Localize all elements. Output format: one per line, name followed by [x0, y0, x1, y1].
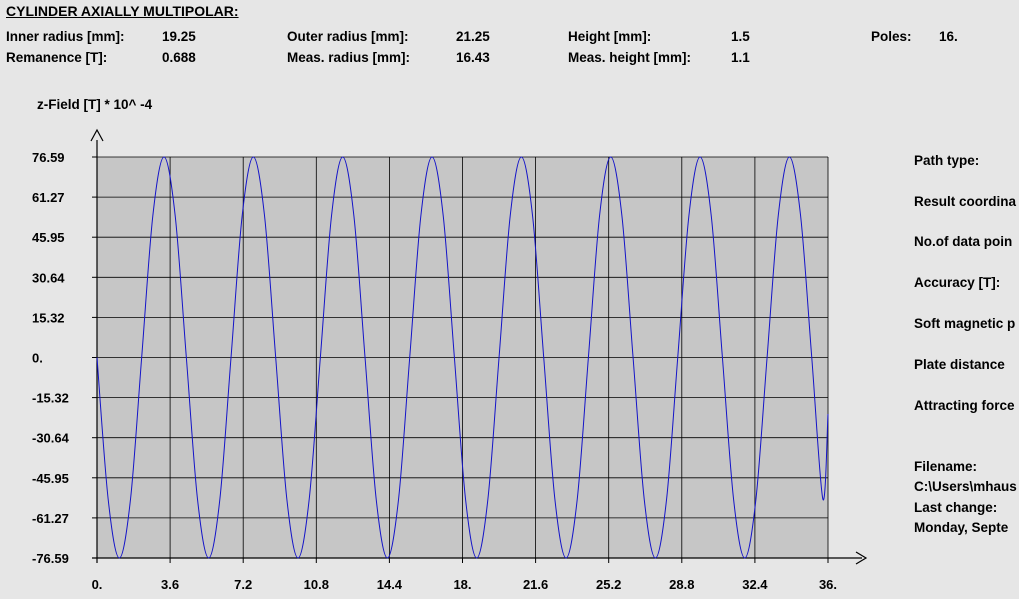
x-tick-label: 32.4: [742, 577, 768, 592]
x-tick-label: 25.2: [596, 577, 621, 592]
y-tick-label: 0.: [32, 351, 43, 366]
y-axis-arrow: [90, 128, 104, 142]
y-tick-label: -45.95: [32, 471, 69, 486]
y-tick-label: -15.32: [32, 391, 69, 406]
x-tick-label: 28.8: [669, 577, 694, 592]
x-tick-label: 36.: [819, 577, 837, 592]
y-tick-label: 61.27: [32, 190, 65, 205]
y-tick-label: 15.32: [32, 310, 65, 325]
x-tick-label: 14.4: [377, 577, 403, 592]
x-tick-label: 10.8: [304, 577, 329, 592]
x-tick-label: 18.: [453, 577, 471, 592]
y-tick-labels: 76.59 61.27 45.95 30.64 15.32 0. -15.32 -30.64 -…: [32, 150, 97, 566]
x-tick-label: 21.6: [523, 577, 548, 592]
x-tick-labels: 0. 3.6 7.2 10.8 14.4 18. 21.6 25.2 28.8 32.4 36.: [92, 558, 837, 592]
x-tick-label: 7.2: [234, 577, 252, 592]
y-tick-label: 76.59: [32, 150, 65, 165]
y-tick-label: 45.95: [32, 230, 65, 245]
x-tick-label: 3.6: [161, 577, 179, 592]
x-tick-label: 0.: [92, 577, 103, 592]
z-field-chart: 76.59 61.27 45.95 30.64 15.32 0. -15.32 -30.64 -…: [32, 128, 868, 592]
y-tick-label: -76.59: [32, 551, 69, 566]
y-tick-label: -30.64: [32, 431, 70, 446]
y-tick-label: -61.27: [32, 511, 69, 526]
y-tick-label: 30.64: [32, 270, 65, 285]
